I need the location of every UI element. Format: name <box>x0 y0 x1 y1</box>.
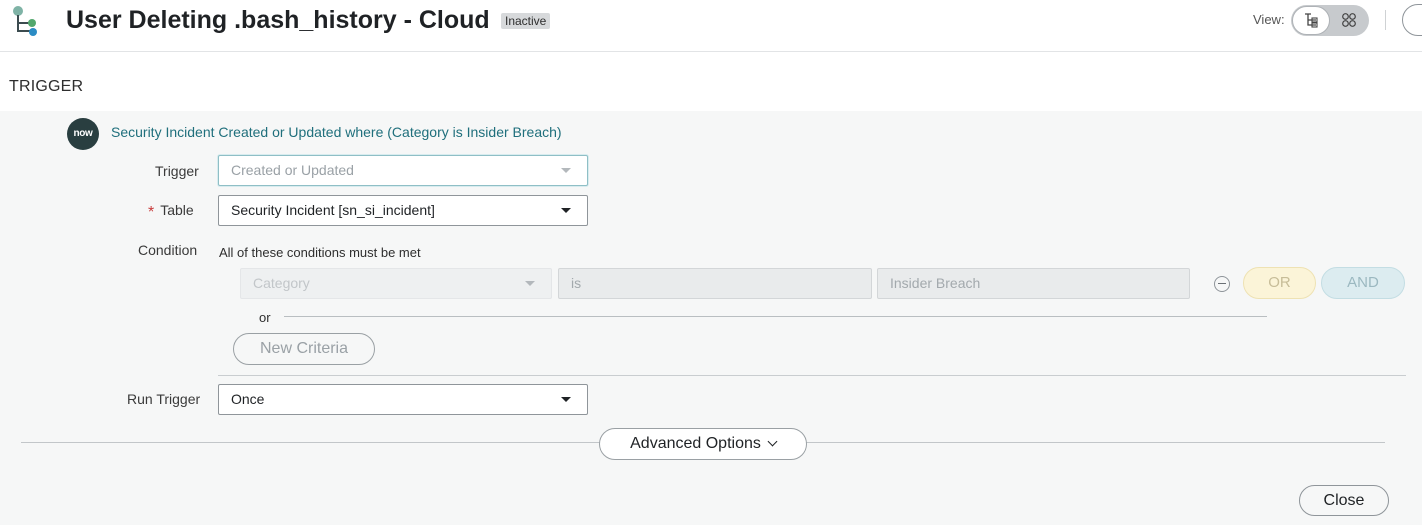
flow-designer-tree-icon <box>13 6 37 36</box>
chevron-down-icon <box>561 168 571 173</box>
table-select[interactable]: Security Incident [sn_si_incident] <box>218 195 588 226</box>
status-badge: Inactive <box>501 13 551 29</box>
advanced-options-button[interactable]: Advanced Options <box>599 428 807 460</box>
close-button[interactable]: Close <box>1299 485 1389 516</box>
page-title: User Deleting .bash_history - Cloud <box>66 6 490 34</box>
view-toggle[interactable] <box>1291 5 1369 36</box>
new-criteria-button[interactable]: New Criteria <box>233 333 375 365</box>
table-label-row: * Table <box>148 202 194 221</box>
run-trigger-select[interactable]: Once <box>218 384 588 415</box>
trigger-summary-link[interactable]: Security Incident Created or Updated whe… <box>111 124 562 140</box>
run-trigger-value: Once <box>231 391 265 407</box>
grid-view-icon[interactable] <box>1341 12 1357 28</box>
remove-condition-icon[interactable] <box>1214 276 1230 292</box>
chevron-down-icon <box>525 281 535 286</box>
condition-value-text: Insider Breach <box>890 275 981 291</box>
table-value: Security Incident [sn_si_incident] <box>231 202 435 218</box>
header-action-button[interactable] <box>1402 4 1422 36</box>
view-label: View: <box>1253 12 1285 27</box>
trigger-label: Trigger <box>155 163 199 179</box>
condition-divider <box>218 375 1406 376</box>
condition-operator-value: is <box>571 275 582 291</box>
condition-heading: All of these conditions must be met <box>219 245 421 260</box>
servicenow-logo: now <box>67 118 99 150</box>
chevron-down-icon <box>561 397 571 402</box>
condition-operator-field[interactable]: is <box>558 268 872 299</box>
header-divider <box>1385 10 1386 30</box>
page-header: User Deleting .bash_history - Cloud Inac… <box>0 0 1422 52</box>
required-mark: * <box>148 204 155 221</box>
or-condition-button[interactable]: OR <box>1243 267 1316 299</box>
condition-field-select[interactable]: Category <box>240 268 552 299</box>
run-trigger-label: Run Trigger <box>127 391 201 407</box>
or-separator-label: or <box>259 310 271 325</box>
chevron-down-icon <box>561 208 571 213</box>
trigger-type-value: Created or Updated <box>231 162 354 178</box>
or-separator-line <box>284 316 1267 317</box>
condition-label: Condition <box>138 242 198 258</box>
table-label: Table <box>160 202 194 218</box>
chevron-down-icon <box>767 436 778 447</box>
section-title: TRIGGER <box>9 78 84 95</box>
trigger-panel <box>0 111 1422 525</box>
and-condition-button[interactable]: AND <box>1321 267 1405 299</box>
trigger-type-select[interactable]: Created or Updated <box>218 155 588 186</box>
condition-field-value: Category <box>253 275 310 291</box>
condition-value-field[interactable]: Insider Breach <box>877 268 1190 299</box>
diagram-tree-icon[interactable] <box>1303 12 1319 28</box>
flow-designer-page: User Deleting .bash_history - Cloud Inac… <box>0 0 1422 525</box>
advanced-options-label: Advanced Options <box>630 435 761 452</box>
